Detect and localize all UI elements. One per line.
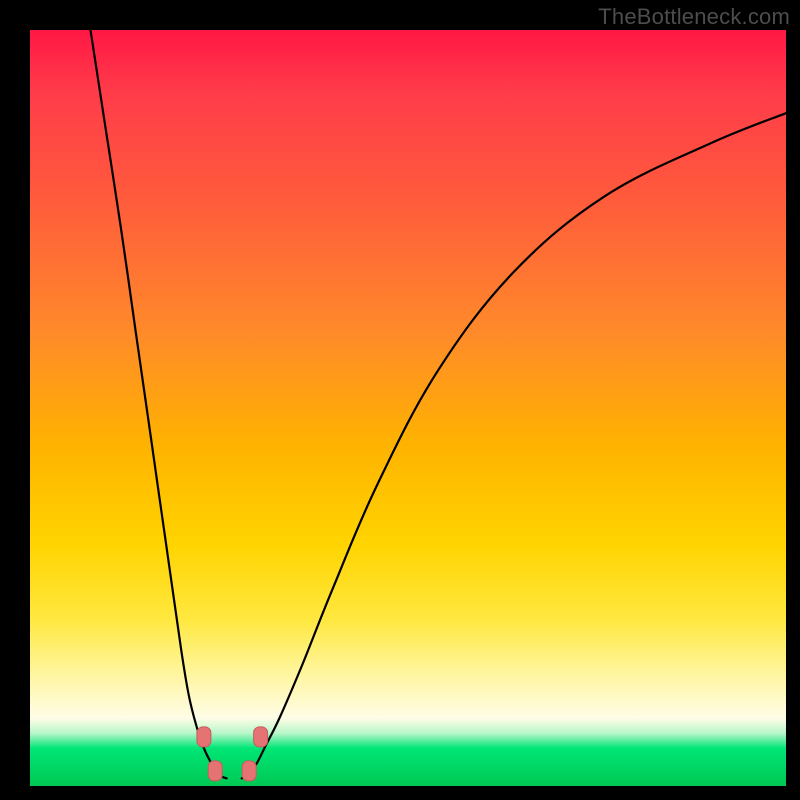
left-branch-curve <box>91 30 227 778</box>
right-branch-curve <box>242 113 786 778</box>
curve-marker <box>197 727 211 747</box>
curve-layer <box>30 30 786 786</box>
watermark-text: TheBottleneck.com <box>598 4 790 30</box>
curve-marker <box>254 727 268 747</box>
curve-marker <box>208 761 222 781</box>
curve-marker <box>242 761 256 781</box>
chart-frame <box>30 30 786 786</box>
